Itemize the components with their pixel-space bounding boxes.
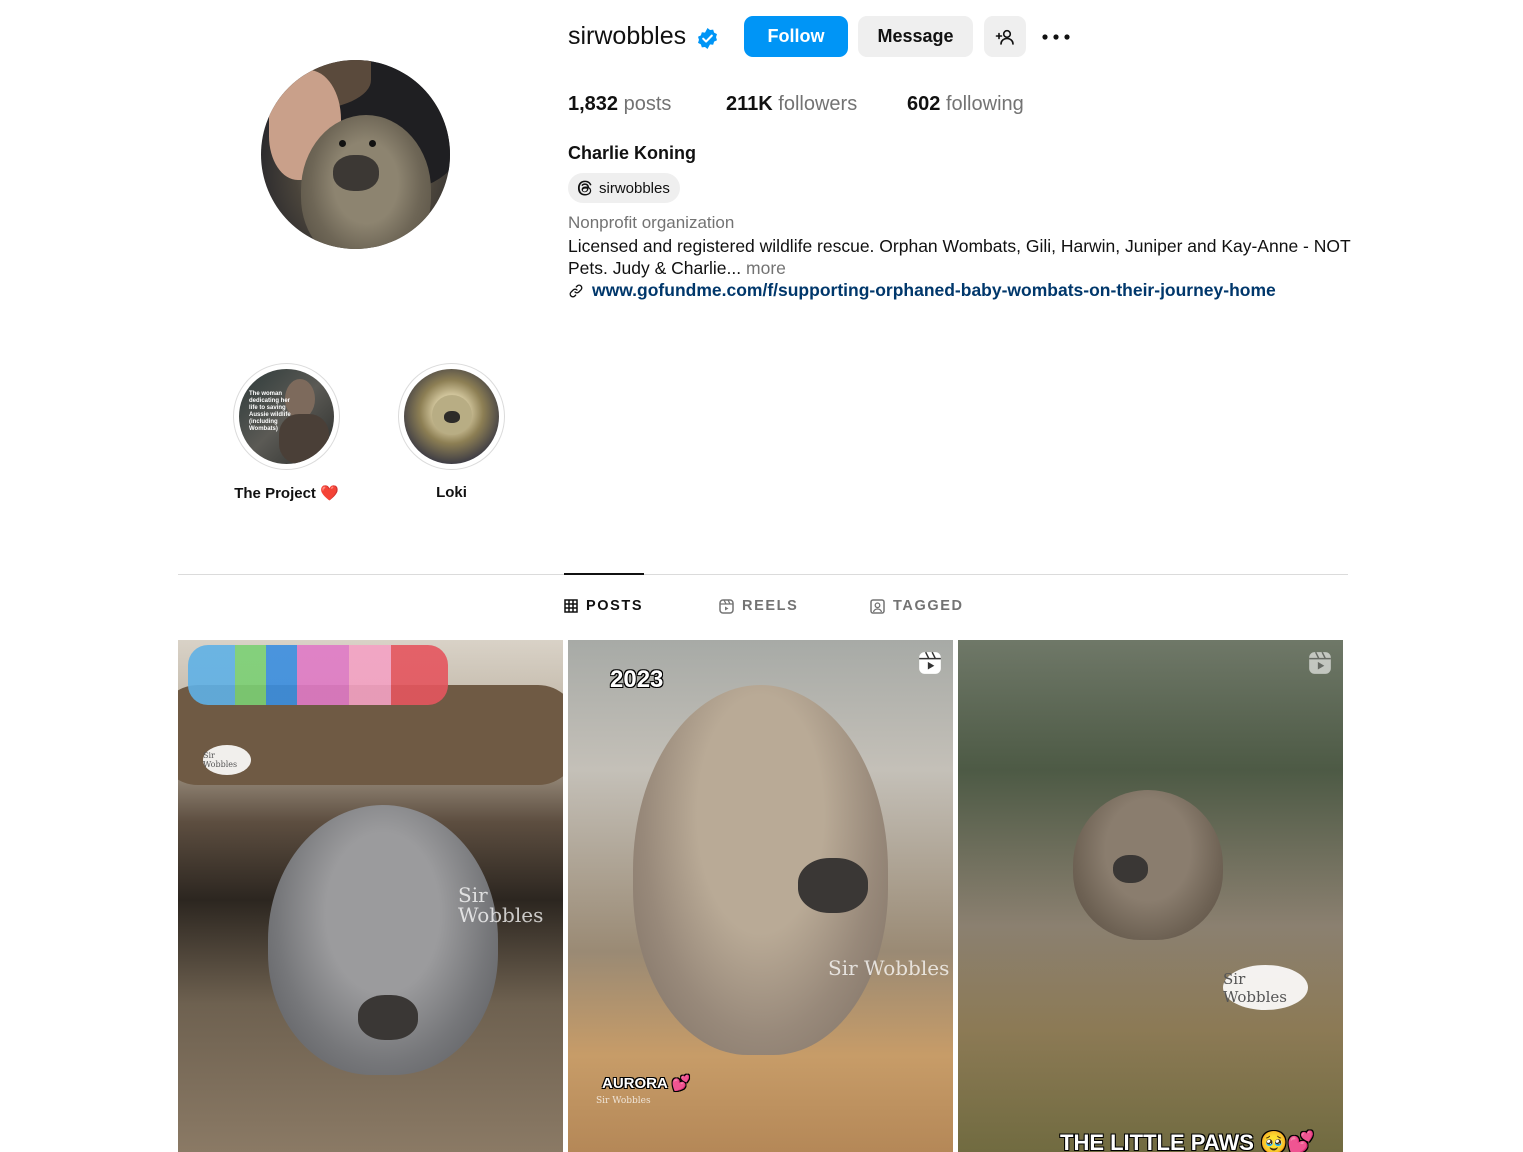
- posts-count-label: posts: [623, 93, 672, 115]
- highlight-ring: The woman dedicating her life to saving …: [233, 363, 340, 470]
- highlight-thumbnail: [404, 369, 499, 464]
- profile-link-row[interactable]: www.gofundme.com/f/supporting-orphaned-b…: [568, 280, 1276, 301]
- highlight-thumbnail: The woman dedicating her life to saving …: [239, 369, 334, 464]
- suggested-users-button[interactable]: [984, 16, 1026, 57]
- post-wombat: [1073, 790, 1223, 940]
- post-thumbnail[interactable]: Sir Wobbles THE LITTLE PAWS 🥹💕: [958, 640, 1343, 1152]
- highlight-wombat-nose: [444, 411, 460, 423]
- posts-count: 1,832 posts: [568, 93, 671, 116]
- bio-text: Licensed and registered wildlife rescue.…: [568, 236, 1351, 278]
- follow-button[interactable]: Follow: [744, 16, 848, 57]
- avatar-wombat-nose: [333, 155, 379, 191]
- post-toys: [188, 645, 448, 705]
- reels-icon: [719, 598, 734, 614]
- post-overlay-title: 2023: [610, 666, 664, 693]
- highlight-label: Loki: [436, 484, 467, 501]
- tab-tagged[interactable]: TAGGED: [870, 598, 964, 614]
- verified-badge-icon: [698, 27, 717, 50]
- highlight-the-project[interactable]: The woman dedicating her life to saving …: [233, 363, 340, 502]
- profile-category: Nonprofit organization: [568, 213, 735, 232]
- followers-count-label: followers: [778, 93, 858, 115]
- profile-external-link[interactable]: www.gofundme.com/f/supporting-orphaned-b…: [592, 280, 1276, 301]
- highlight-thumb-text: The woman dedicating her life to saving …: [249, 391, 291, 432]
- tagged-icon: [870, 598, 885, 614]
- profile-username: sirwobbles: [568, 22, 687, 50]
- post-overlay-caption: THE LITTLE PAWS 🥹💕: [1060, 1130, 1315, 1152]
- tab-reels[interactable]: REELS: [719, 598, 798, 614]
- post-overlay-caption: AURORA 💕: [602, 1075, 691, 1092]
- followers-count[interactable]: 211K followers: [726, 93, 857, 116]
- following-count[interactable]: 602 following: [907, 93, 1024, 116]
- post-watermark: Sir Wobbles: [458, 883, 544, 927]
- posts-count-value: 1,832: [568, 93, 619, 115]
- post-thumbnail[interactable]: 2023 Sir Wobbles AURORA 💕 Sir Wobbles: [568, 640, 953, 1152]
- avatar-wombat-eye: [369, 140, 376, 147]
- post-watermark-bubble: Sir Wobbles: [1223, 965, 1308, 1010]
- avatar-wombat-eye: [339, 140, 346, 147]
- bio-more-link[interactable]: more: [746, 258, 786, 278]
- tab-tagged-label: TAGGED: [893, 598, 964, 614]
- profile-bio: Licensed and registered wildlife rescue.…: [568, 235, 1358, 279]
- highlight-loki[interactable]: Loki: [398, 363, 505, 501]
- reel-icon: [1309, 651, 1331, 674]
- active-tab-indicator: [564, 573, 644, 575]
- threads-badge[interactable]: sirwobbles: [568, 173, 680, 203]
- grid-icon: [564, 599, 578, 613]
- following-count-value: 602: [907, 93, 941, 115]
- link-icon: [569, 284, 583, 297]
- post-watermark-bubble: Sir Wobbles: [203, 745, 251, 775]
- tabs-divider: [178, 574, 1348, 575]
- post-watermark: Sir Wobbles: [828, 956, 950, 980]
- profile-avatar[interactable]: [261, 60, 450, 249]
- post-wombat-nose: [358, 995, 418, 1040]
- tab-posts[interactable]: POSTS: [564, 598, 643, 614]
- highlight-label: The Project ❤️: [234, 485, 339, 502]
- add-user-icon: [995, 29, 1014, 45]
- more-options-button[interactable]: [1038, 16, 1074, 57]
- post-thumbnail[interactable]: Sir Wobbles Sir Wobbles: [178, 640, 563, 1152]
- threads-handle: sirwobbles: [599, 179, 670, 197]
- highlight-ring: [398, 363, 505, 470]
- message-button[interactable]: Message: [858, 16, 973, 57]
- post-small-watermark: Sir Wobbles: [596, 1096, 651, 1106]
- profile-full-name: Charlie Koning: [568, 143, 697, 163]
- tab-posts-label: POSTS: [586, 598, 644, 614]
- followers-count-value: 211K: [726, 93, 773, 115]
- post-wombat-nose: [1113, 855, 1148, 883]
- threads-icon: [577, 180, 592, 196]
- following-count-label: following: [945, 93, 1024, 115]
- reel-icon: [919, 651, 941, 674]
- more-options-icon: [1042, 33, 1070, 40]
- tab-reels-label: REELS: [742, 598, 799, 614]
- post-wombat-nose: [798, 858, 868, 913]
